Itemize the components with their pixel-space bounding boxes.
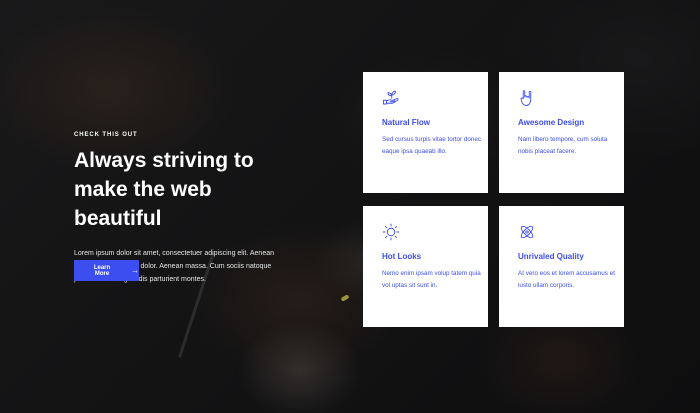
feature-card-unrivaled-quality: Unrivaled Quality At vero eos et lorem a…	[499, 206, 624, 327]
feature-text: At vero eos et lorem accusamus et iusto …	[518, 270, 615, 289]
feature-title: Hot Looks	[382, 252, 422, 261]
feature-text: Sed cursus turpis vitae tortor donec eaq…	[382, 136, 482, 155]
feature-card-awesome-design: Awesome Design Nam libero tempore, cum s…	[499, 72, 624, 193]
arrow-right-icon: →	[131, 265, 139, 275]
rock-hand-icon	[518, 89, 536, 107]
learn-more-label: Learn More	[93, 264, 111, 277]
feature-text: Nemo enim ipsam volup tatem quia vol upt…	[382, 270, 481, 289]
atom-icon	[518, 223, 536, 241]
hero-eyebrow: CHECK THIS OUT	[74, 132, 138, 138]
hero-headline: Always striving to make the web beautifu…	[74, 149, 254, 230]
hand-plant-icon	[382, 89, 400, 107]
feature-title: Awesome Design	[518, 118, 585, 127]
sun-icon	[382, 223, 400, 241]
feature-title: Unrivaled Quality	[518, 252, 584, 261]
feature-card-natural-flow: Natural Flow Sed cursus turpis vitae tor…	[363, 72, 488, 193]
feature-title: Natural Flow	[382, 118, 431, 127]
feature-text: Nam libero tempore, cum soluta nobis pla…	[518, 136, 608, 155]
feature-card-hot-looks: Hot Looks Nemo enim ipsam volup tatem qu…	[363, 206, 488, 327]
learn-more-button[interactable]: Learn More →	[74, 260, 139, 281]
